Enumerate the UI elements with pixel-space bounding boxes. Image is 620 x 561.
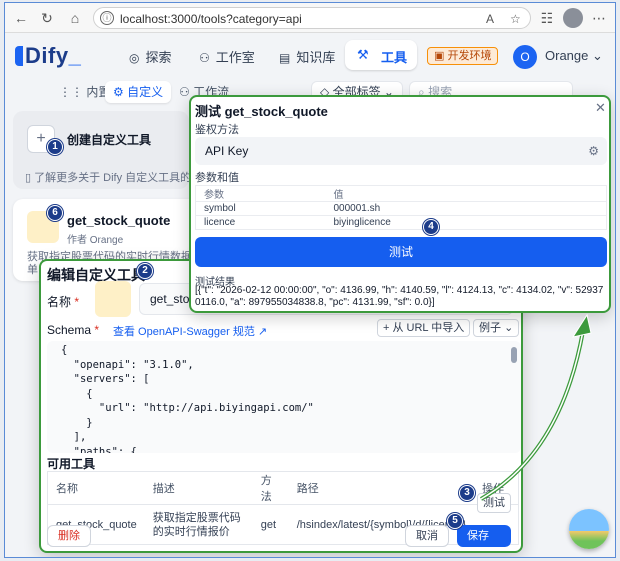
- avatar[interactable]: O: [513, 45, 537, 69]
- column-header: 路径: [288, 471, 475, 505]
- tools-icon: ⚒: [357, 47, 369, 62]
- info-icon[interactable]: ⓘ: [100, 11, 114, 25]
- learn-more-label: 了解更多关于 Dify 自定义工具的信: [34, 172, 203, 184]
- app-header: Dify_ ◎ 探索 ⚇ 工作室 ▤ 知识库 ⚒ 工具 ▣ 开发环境 O Orange…: [5, 33, 615, 77]
- studio-icon: ⚇: [199, 51, 210, 65]
- logo-text: Dify: [25, 43, 69, 68]
- browser-toolbar: ← ↻ ⌂ ⓘ localhost:3000/tools?category=ap…: [5, 3, 615, 33]
- custom-icon: ⚙: [113, 85, 128, 99]
- dify-logo[interactable]: Dify_: [15, 43, 81, 69]
- schema-label: Schema *: [47, 323, 99, 337]
- assistant-bubble-icon[interactable]: [569, 509, 609, 549]
- nav-explore[interactable]: ◎ 探索: [129, 47, 172, 66]
- explore-icon: ◎: [129, 51, 140, 65]
- column-header: 值: [325, 185, 607, 202]
- tab-custom-label: 自定义: [127, 85, 164, 99]
- required-mark: *: [94, 323, 100, 337]
- column-header: 参数: [195, 185, 326, 202]
- step-marker-4: 4: [423, 219, 439, 235]
- param-name: licence: [195, 215, 326, 230]
- schema-editor[interactable]: { "openapi": "3.1.0", "servers": [ { "ur…: [47, 341, 521, 453]
- import-from-url-button[interactable]: + 从 URL 中导入: [377, 319, 471, 337]
- tool-avatar-icon[interactable]: [95, 281, 131, 317]
- step-marker-1: 1: [47, 139, 63, 155]
- step-marker-3: 3: [459, 485, 475, 501]
- knowledge-icon: ▤: [279, 51, 291, 65]
- param-name: symbol: [195, 201, 326, 216]
- column-header: 描述: [144, 471, 253, 505]
- swagger-link-label: 查看 OpenAPI-Swagger 规范: [113, 326, 255, 338]
- tool-name: get_stock_quote: [67, 213, 171, 228]
- step-marker-6: 6: [47, 205, 63, 221]
- cancel-button[interactable]: 取消: [405, 525, 449, 547]
- table-header-row: 参数 值: [195, 185, 607, 202]
- external-link-icon: ↗: [257, 326, 268, 338]
- test-tool-dialog: 测试 get_stock_quote ✕ 鉴权方法 API Key ⚙ 参数和值 …: [189, 95, 611, 313]
- nav-studio-label: 工作室: [215, 50, 255, 65]
- column-header: 名称: [47, 471, 145, 505]
- table-cell: 获取指定股票代码的实时行情报价: [152, 511, 241, 538]
- nav-knowledge[interactable]: ▤ 知识库: [279, 47, 335, 66]
- save-button[interactable]: 保存: [457, 525, 511, 547]
- table-header-row: 名称 描述 方法 路径 操作: [47, 471, 519, 505]
- schema-label-text: Schema: [47, 323, 92, 337]
- name-label: 名称 *: [47, 293, 79, 310]
- column-header: 方法: [252, 471, 289, 505]
- table-cell: get: [260, 518, 277, 531]
- user-menu[interactable]: Orange ⌄: [545, 48, 603, 64]
- param-value-input[interactable]: 000001.sh: [325, 201, 607, 216]
- nav-tools[interactable]: ⚒ 工具: [345, 40, 417, 70]
- dialog-title: 测试 get_stock_quote: [195, 104, 328, 119]
- favorite-icon[interactable]: ☆: [510, 12, 521, 26]
- user-name: Orange: [545, 48, 589, 63]
- logo-mark-icon: [15, 46, 23, 66]
- params-label: 参数和值: [195, 172, 239, 184]
- refresh-icon[interactable]: ↻: [37, 8, 57, 28]
- tool-author: 作者 Orange: [67, 235, 124, 246]
- table-row: symbol 000001.sh: [195, 201, 607, 216]
- param-value-input[interactable]: biyinglicence: [325, 215, 607, 230]
- annotation-arrow: [480, 313, 592, 501]
- available-tools-label: 可用工具: [47, 457, 96, 471]
- auth-method-field[interactable]: API Key ⚙: [195, 137, 607, 165]
- env-badge: ▣ 开发环境: [427, 47, 499, 65]
- auth-method-label: 鉴权方法: [195, 124, 239, 136]
- read-aloud-icon[interactable]: A: [486, 12, 494, 26]
- grid-icon: ⋮⋮: [59, 85, 87, 99]
- name-label-text: 名称: [47, 295, 72, 309]
- nav-knowledge-label: 知识库: [296, 50, 336, 65]
- nav-studio[interactable]: ⚇ 工作室: [199, 47, 255, 66]
- delete-button[interactable]: 删除: [47, 525, 91, 547]
- book-icon: ▯: [25, 172, 35, 184]
- env-badge-label: 开发环境: [447, 50, 492, 62]
- table-row: licence biyinglicence: [195, 215, 607, 230]
- auth-method-value: API Key: [205, 144, 249, 158]
- learn-more-link[interactable]: ▯ 了解更多关于 Dify 自定义工具的信: [25, 169, 202, 185]
- close-icon[interactable]: ✕: [595, 100, 606, 116]
- gear-icon[interactable]: ⚙: [588, 137, 599, 165]
- collections-icon[interactable]: ☷: [537, 8, 557, 28]
- nav-tools-label: 工具: [381, 50, 408, 65]
- back-icon[interactable]: ←: [11, 8, 31, 28]
- step-marker-5: 5: [447, 513, 463, 529]
- create-tool-title: 创建自定义工具: [67, 133, 152, 147]
- required-mark: *: [74, 295, 80, 309]
- logo-cursor: _: [68, 43, 82, 68]
- more-icon[interactable]: ⋯: [589, 8, 609, 28]
- url-text: localhost:3000/tools?category=api: [120, 12, 302, 26]
- swagger-spec-link[interactable]: 查看 OpenAPI-Swagger 规范 ↗: [113, 323, 267, 339]
- create-custom-tool-card[interactable]: + 创建自定义工具 ▯ 了解更多关于 Dify 自定义工具的信: [13, 111, 202, 189]
- home-icon[interactable]: ⌂: [65, 8, 85, 28]
- nav-explore-label: 探索: [145, 50, 172, 65]
- address-bar[interactable]: ⓘ localhost:3000/tools?category=api A ☆: [93, 7, 531, 29]
- step-marker-2: 2: [137, 263, 153, 279]
- chevron-down-icon: ⌄: [592, 48, 603, 63]
- params-table: 参数 值 symbol 000001.sh licence biyinglice…: [195, 185, 607, 230]
- run-test-button[interactable]: 测试: [195, 237, 607, 267]
- profile-icon[interactable]: [563, 8, 583, 28]
- screenshot-frame: ← ↻ ⌂ ⓘ localhost:3000/tools?category=ap…: [4, 2, 616, 558]
- tab-custom[interactable]: ⚙ 自定义: [105, 81, 172, 103]
